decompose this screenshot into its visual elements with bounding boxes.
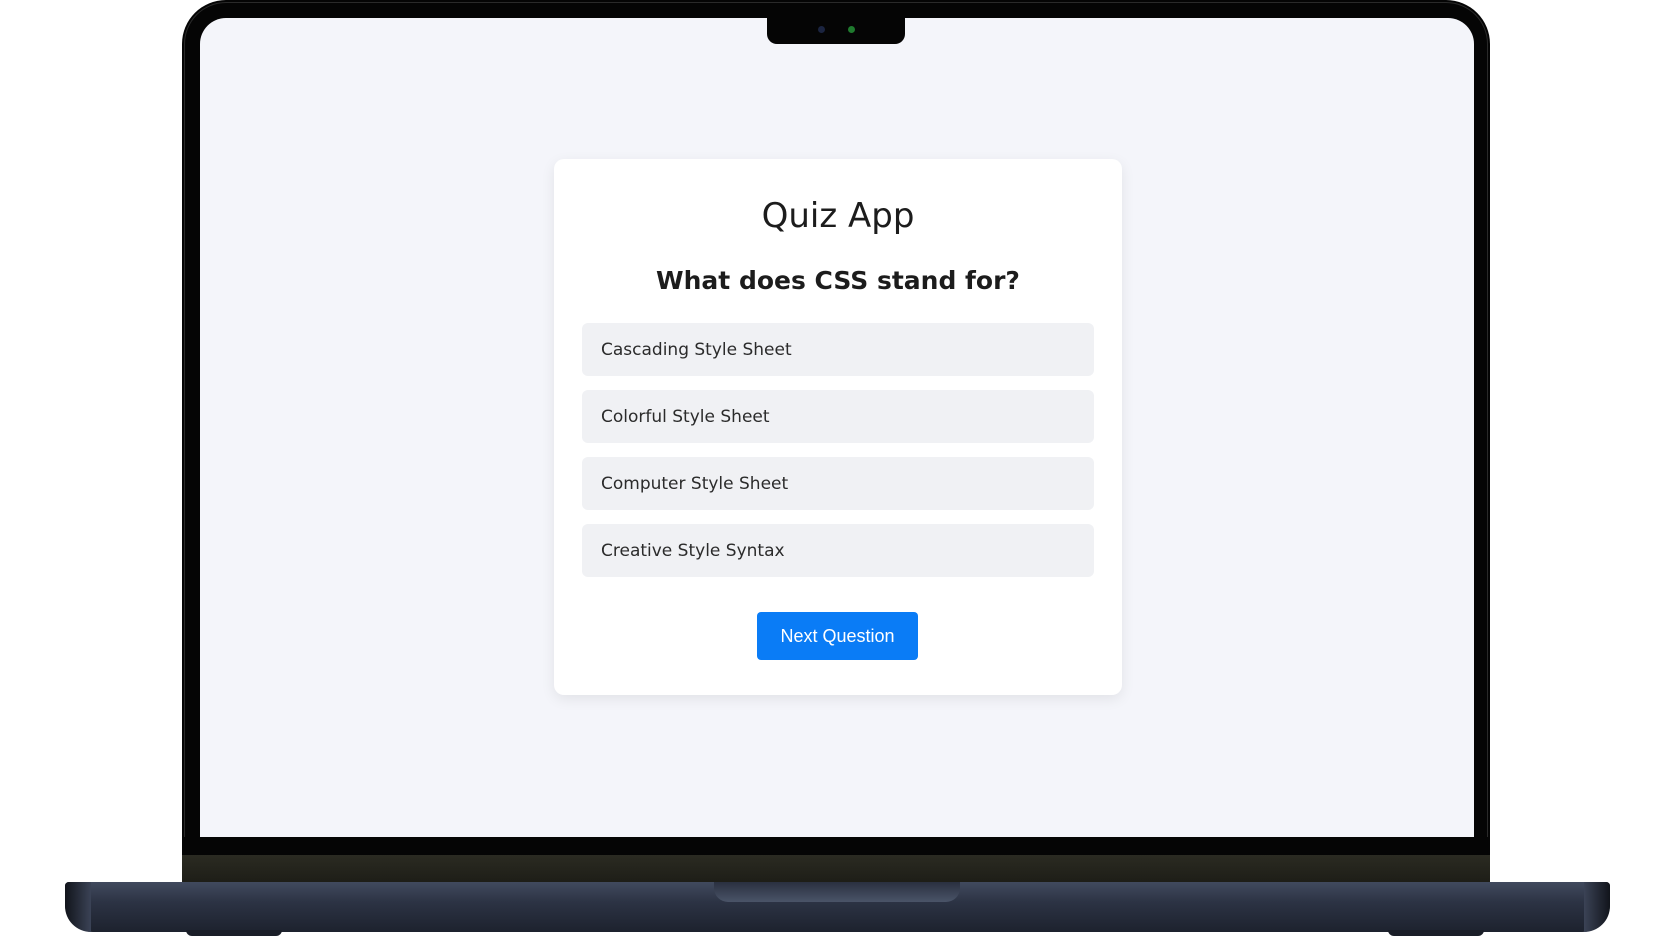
laptop-opening-notch	[714, 882, 960, 902]
answer-option[interactable]: Creative Style Syntax	[582, 524, 1094, 577]
camera-notch	[767, 14, 905, 44]
laptop-base-left-edge	[65, 882, 91, 932]
next-question-button[interactable]: Next Question	[757, 612, 918, 660]
laptop-base-right-edge	[1584, 882, 1610, 932]
answer-option[interactable]: Cascading Style Sheet	[582, 323, 1094, 376]
laptop-hinge	[182, 855, 1490, 885]
answer-option[interactable]: Computer Style Sheet	[582, 457, 1094, 510]
app-title: Quiz App	[761, 196, 915, 236]
camera-indicator-icon	[848, 26, 855, 33]
question-text: What does CSS stand for?	[656, 266, 1020, 295]
laptop-foot-left	[186, 930, 282, 936]
laptop-foot-right	[1388, 930, 1484, 936]
camera-icon	[818, 26, 825, 33]
quiz-card: Quiz App What does CSS stand for? Cascad…	[554, 159, 1122, 695]
answer-options-list: Cascading Style Sheet Colorful Style She…	[582, 323, 1094, 591]
answer-option[interactable]: Colorful Style Sheet	[582, 390, 1094, 443]
